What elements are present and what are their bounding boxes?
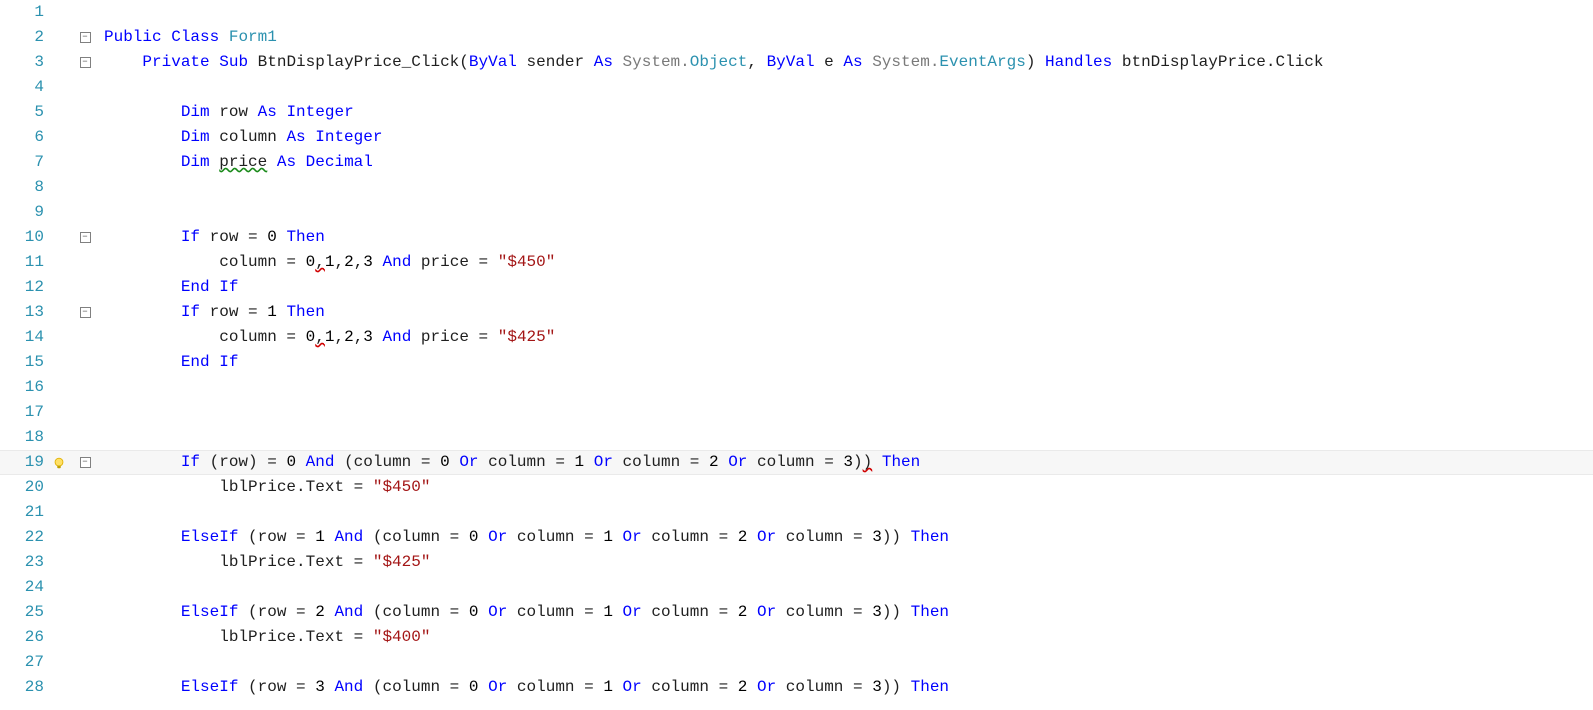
fold-column[interactable]: − xyxy=(76,32,94,43)
line-number: 10 xyxy=(0,225,50,250)
code-line[interactable]: 27 xyxy=(0,650,1593,675)
line-number: 19 xyxy=(0,450,50,475)
code-line[interactable]: 16 xyxy=(0,375,1593,400)
code-text[interactable]: If row = 0 Then xyxy=(104,225,1593,250)
line-number: 22 xyxy=(0,525,50,550)
code-line[interactable]: 10 − If row = 0 Then xyxy=(0,225,1593,250)
line-number: 7 xyxy=(0,150,50,175)
line-number: 17 xyxy=(0,400,50,425)
fold-toggle-icon[interactable]: − xyxy=(80,57,91,68)
line-number: 24 xyxy=(0,575,50,600)
fold-toggle-icon[interactable]: − xyxy=(80,32,91,43)
code-line[interactable]: 12 End If xyxy=(0,275,1593,300)
code-line[interactable]: 20 lblPrice.Text = "$450" xyxy=(0,475,1593,500)
code-line[interactable]: 19 − If (row) = 0 And (column = 0 Or colu… xyxy=(0,450,1593,475)
code-text[interactable] xyxy=(104,425,1593,450)
code-text[interactable] xyxy=(104,200,1593,225)
line-number: 28 xyxy=(0,675,50,700)
line-number: 18 xyxy=(0,425,50,450)
code-editor[interactable]: 12 − Public Class Form1 3 − Private Sub BtnD… xyxy=(0,0,1593,700)
line-number: 11 xyxy=(0,250,50,275)
code-line[interactable]: 9 xyxy=(0,200,1593,225)
code-text[interactable]: column = 0,1,2,3 And price = "$450" xyxy=(104,250,1593,275)
line-number: 6 xyxy=(0,125,50,150)
line-number: 23 xyxy=(0,550,50,575)
line-number: 3 xyxy=(0,50,50,75)
fold-column[interactable]: − xyxy=(76,307,94,318)
code-text[interactable]: lblPrice.Text = "$450" xyxy=(104,475,1593,500)
line-number: 8 xyxy=(0,175,50,200)
line-number: 2 xyxy=(0,25,50,50)
code-text[interactable] xyxy=(104,650,1593,675)
code-text[interactable]: End If xyxy=(104,275,1593,300)
code-text[interactable]: lblPrice.Text = "$425" xyxy=(104,550,1593,575)
fold-toggle-icon[interactable]: − xyxy=(80,232,91,243)
code-line[interactable]: 23 lblPrice.Text = "$425" xyxy=(0,550,1593,575)
code-line[interactable]: 11 column = 0,1,2,3 And price = "$450" xyxy=(0,250,1593,275)
line-number: 27 xyxy=(0,650,50,675)
code-line[interactable]: 5 Dim row As Integer xyxy=(0,100,1593,125)
line-number: 14 xyxy=(0,325,50,350)
code-text[interactable] xyxy=(104,75,1593,100)
code-text[interactable]: ElseIf (row = 1 And (column = 0 Or colum… xyxy=(104,525,1593,550)
line-number: 5 xyxy=(0,100,50,125)
code-line[interactable]: 21 xyxy=(0,500,1593,525)
line-number: 4 xyxy=(0,75,50,100)
code-text[interactable]: lblPrice.Text = "$400" xyxy=(104,625,1593,650)
code-line[interactable]: 3 − Private Sub BtnDisplayPrice_Click(ByV… xyxy=(0,50,1593,75)
line-number: 25 xyxy=(0,600,50,625)
code-text[interactable] xyxy=(104,375,1593,400)
hint-column xyxy=(50,456,68,470)
line-number: 12 xyxy=(0,275,50,300)
code-line[interactable]: 18 xyxy=(0,425,1593,450)
code-text[interactable]: ElseIf (row = 3 And (column = 0 Or colum… xyxy=(104,675,1593,700)
code-line[interactable]: 13 − If row = 1 Then xyxy=(0,300,1593,325)
code-line[interactable]: 25 ElseIf (row = 2 And (column = 0 Or co… xyxy=(0,600,1593,625)
code-text[interactable]: Public Class Form1 xyxy=(104,25,1593,50)
line-number: 20 xyxy=(0,475,50,500)
line-number: 26 xyxy=(0,625,50,650)
line-number: 1 xyxy=(0,0,50,25)
fold-column[interactable]: − xyxy=(76,232,94,243)
line-number: 16 xyxy=(0,375,50,400)
code-line[interactable]: 26 lblPrice.Text = "$400" xyxy=(0,625,1593,650)
fold-column[interactable]: − xyxy=(76,457,94,468)
code-line[interactable]: 7 Dim price As Decimal xyxy=(0,150,1593,175)
code-line[interactable]: 17 xyxy=(0,400,1593,425)
code-line[interactable]: 1 xyxy=(0,0,1593,25)
line-number: 13 xyxy=(0,300,50,325)
line-number: 21 xyxy=(0,500,50,525)
code-text[interactable]: Dim row As Integer xyxy=(104,100,1593,125)
code-text[interactable] xyxy=(104,400,1593,425)
code-text[interactable]: If row = 1 Then xyxy=(104,300,1593,325)
code-text[interactable]: Dim column As Integer xyxy=(104,125,1593,150)
fold-toggle-icon[interactable]: − xyxy=(80,307,91,318)
code-text[interactable]: Dim price As Decimal xyxy=(104,150,1593,175)
line-number: 9 xyxy=(0,200,50,225)
code-line[interactable]: 28 ElseIf (row = 3 And (column = 0 Or co… xyxy=(0,675,1593,700)
code-text[interactable]: Private Sub BtnDisplayPrice_Click(ByVal … xyxy=(104,50,1593,75)
code-line[interactable]: 15 End If xyxy=(0,350,1593,375)
code-text[interactable] xyxy=(104,500,1593,525)
code-line[interactable]: 14 column = 0,1,2,3 And price = "$425" xyxy=(0,325,1593,350)
code-line[interactable]: 22 ElseIf (row = 1 And (column = 0 Or co… xyxy=(0,525,1593,550)
line-number: 15 xyxy=(0,350,50,375)
code-text[interactable]: column = 0,1,2,3 And price = "$425" xyxy=(104,325,1593,350)
fold-column[interactable]: − xyxy=(76,57,94,68)
fold-toggle-icon[interactable]: − xyxy=(80,457,91,468)
code-line[interactable]: 8 xyxy=(0,175,1593,200)
lightbulb-icon[interactable] xyxy=(52,456,66,470)
code-line[interactable]: 4 xyxy=(0,75,1593,100)
code-text[interactable]: If (row) = 0 And (column = 0 Or column =… xyxy=(104,450,1593,475)
code-text[interactable] xyxy=(104,575,1593,600)
code-line[interactable]: 24 xyxy=(0,575,1593,600)
code-text[interactable]: ElseIf (row = 2 And (column = 0 Or colum… xyxy=(104,600,1593,625)
code-line[interactable]: 6 Dim column As Integer xyxy=(0,125,1593,150)
code-text[interactable]: End If xyxy=(104,350,1593,375)
code-line[interactable]: 2 − Public Class Form1 xyxy=(0,25,1593,50)
code-text[interactable] xyxy=(104,175,1593,200)
